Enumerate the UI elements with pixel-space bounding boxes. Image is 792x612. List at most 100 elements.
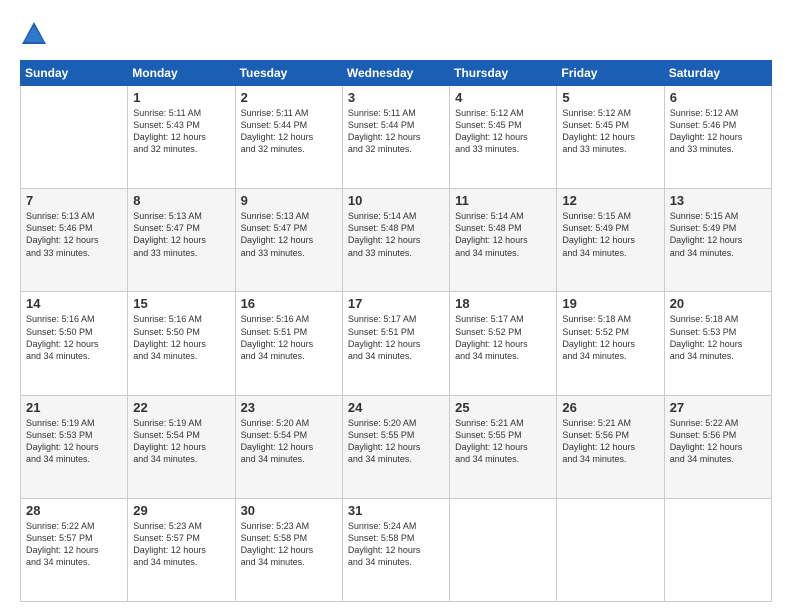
page: SundayMondayTuesdayWednesdayThursdayFrid… bbox=[0, 0, 792, 612]
day-number: 12 bbox=[562, 193, 658, 208]
cell-text: Sunrise: 5:22 AMSunset: 5:56 PMDaylight:… bbox=[670, 417, 766, 466]
cell-text: Sunrise: 5:12 AMSunset: 5:45 PMDaylight:… bbox=[455, 107, 551, 156]
calendar-cell: 10 Sunrise: 5:14 AMSunset: 5:48 PMDayligh… bbox=[342, 189, 449, 292]
day-number: 9 bbox=[241, 193, 337, 208]
calendar-cell: 6Sunrise: 5:12 AMSunset: 5:46 PMDaylight… bbox=[664, 86, 771, 189]
cell-text: Sunrise: 5:20 AMSunset: 5:55 PMDaylight:… bbox=[348, 417, 444, 466]
calendar-cell bbox=[21, 86, 128, 189]
day-number: 4 bbox=[455, 90, 551, 105]
cell-text: Sunrise: 5:14 AMSunset: 5:48 PMDaylight:… bbox=[455, 210, 551, 259]
calendar-cell: 18 Sunrise: 5:17 AMSunset: 5:52 PMDayligh… bbox=[450, 292, 557, 395]
day-number: 10 bbox=[348, 193, 444, 208]
cell-text: Sunrise: 5:15 AMSunset: 5:49 PMDaylight:… bbox=[562, 210, 658, 259]
calendar-cell: 17 Sunrise: 5:17 AMSunset: 5:51 PMDayligh… bbox=[342, 292, 449, 395]
cell-text: Sunrise: 5:21 AMSunset: 5:55 PMDaylight:… bbox=[455, 417, 551, 466]
cell-text: Sunrise: 5:14 AMSunset: 5:48 PMDaylight:… bbox=[348, 210, 444, 259]
calendar-cell: 2Sunrise: 5:11 AMSunset: 5:44 PMDaylight… bbox=[235, 86, 342, 189]
calendar-cell: 25 Sunrise: 5:21 AMSunset: 5:55 PMDayligh… bbox=[450, 395, 557, 498]
day-number: 17 bbox=[348, 296, 444, 311]
calendar-row-0: 1 Sunrise: 5:11 AMSunset: 5:43 PMDaylight… bbox=[21, 86, 772, 189]
calendar-cell: 24 Sunrise: 5:20 AMSunset: 5:55 PMDayligh… bbox=[342, 395, 449, 498]
cell-text: Sunrise: 5:11 AMSunset: 5:44 PMDaylight:… bbox=[241, 107, 337, 156]
calendar-row-3: 21Sunrise: 5:19 AMSunset: 5:53 PMDayligh… bbox=[21, 395, 772, 498]
weekday-header-sunday: Sunday bbox=[21, 61, 128, 86]
day-number: 8 bbox=[133, 193, 229, 208]
cell-text: Sunrise: 5:21 AMSunset: 5:56 PMDaylight:… bbox=[562, 417, 658, 466]
calendar-cell: 3 Sunrise: 5:11 AMSunset: 5:44 PMDaylight… bbox=[342, 86, 449, 189]
day-number: 7 bbox=[26, 193, 122, 208]
cell-text: Sunrise: 5:17 AMSunset: 5:51 PMDaylight:… bbox=[348, 313, 444, 362]
day-number: 18 bbox=[455, 296, 551, 311]
cell-text: Sunrise: 5:11 AMSunset: 5:43 PMDaylight:… bbox=[133, 107, 229, 156]
cell-text: Sunrise: 5:17 AMSunset: 5:52 PMDaylight:… bbox=[455, 313, 551, 362]
cell-text: Sunrise: 5:12 AMSunset: 5:46 PMDaylight:… bbox=[670, 107, 766, 156]
calendar-cell: 19 Sunrise: 5:18 AMSunset: 5:52 PMDayligh… bbox=[557, 292, 664, 395]
cell-text: Sunrise: 5:16 AMSunset: 5:51 PMDaylight:… bbox=[241, 313, 337, 362]
calendar-row-4: 28 Sunrise: 5:22 AMSunset: 5:57 PMDayligh… bbox=[21, 498, 772, 601]
calendar-cell bbox=[664, 498, 771, 601]
day-number: 24 bbox=[348, 400, 444, 415]
cell-text: Sunrise: 5:12 AMSunset: 5:45 PMDaylight:… bbox=[562, 107, 658, 156]
day-number: 3 bbox=[348, 90, 444, 105]
cell-text: Sunrise: 5:18 AMSunset: 5:52 PMDaylight:… bbox=[562, 313, 658, 362]
weekday-header-thursday: Thursday bbox=[450, 61, 557, 86]
day-number: 13 bbox=[670, 193, 766, 208]
calendar-table: SundayMondayTuesdayWednesdayThursdayFrid… bbox=[20, 60, 772, 602]
logo bbox=[20, 20, 52, 48]
calendar-cell: 15 Sunrise: 5:16 AMSunset: 5:50 PMDayligh… bbox=[128, 292, 235, 395]
day-number: 20 bbox=[670, 296, 766, 311]
calendar-cell: 23 Sunrise: 5:20 AMSunset: 5:54 PMDayligh… bbox=[235, 395, 342, 498]
calendar-cell: 27Sunrise: 5:22 AMSunset: 5:56 PMDayligh… bbox=[664, 395, 771, 498]
day-number: 25 bbox=[455, 400, 551, 415]
day-number: 26 bbox=[562, 400, 658, 415]
weekday-header-tuesday: Tuesday bbox=[235, 61, 342, 86]
calendar-cell: 21Sunrise: 5:19 AMSunset: 5:53 PMDayligh… bbox=[21, 395, 128, 498]
cell-text: Sunrise: 5:16 AMSunset: 5:50 PMDaylight:… bbox=[26, 313, 122, 362]
day-number: 21 bbox=[26, 400, 122, 415]
logo-icon bbox=[20, 20, 48, 48]
calendar-cell: 26 Sunrise: 5:21 AMSunset: 5:56 PMDayligh… bbox=[557, 395, 664, 498]
day-number: 15 bbox=[133, 296, 229, 311]
cell-text: Sunrise: 5:13 AMSunset: 5:46 PMDaylight:… bbox=[26, 210, 122, 259]
cell-text: Sunrise: 5:13 AMSunset: 5:47 PMDaylight:… bbox=[241, 210, 337, 259]
cell-text: Sunrise: 5:20 AMSunset: 5:54 PMDaylight:… bbox=[241, 417, 337, 466]
cell-text: Sunrise: 5:19 AMSunset: 5:54 PMDaylight:… bbox=[133, 417, 229, 466]
cell-text: Sunrise: 5:18 AMSunset: 5:53 PMDaylight:… bbox=[670, 313, 766, 362]
day-number: 14 bbox=[26, 296, 122, 311]
cell-text: Sunrise: 5:24 AMSunset: 5:58 PMDaylight:… bbox=[348, 520, 444, 569]
cell-text: Sunrise: 5:23 AMSunset: 5:58 PMDaylight:… bbox=[241, 520, 337, 569]
day-number: 5 bbox=[562, 90, 658, 105]
calendar-cell: 20 Sunrise: 5:18 AMSunset: 5:53 PMDayligh… bbox=[664, 292, 771, 395]
weekday-header-saturday: Saturday bbox=[664, 61, 771, 86]
day-number: 29 bbox=[133, 503, 229, 518]
calendar-cell: 28 Sunrise: 5:22 AMSunset: 5:57 PMDayligh… bbox=[21, 498, 128, 601]
calendar-cell: 16 Sunrise: 5:16 AMSunset: 5:51 PMDayligh… bbox=[235, 292, 342, 395]
calendar-cell: 5 Sunrise: 5:12 AMSunset: 5:45 PMDaylight… bbox=[557, 86, 664, 189]
cell-text: Sunrise: 5:11 AMSunset: 5:44 PMDaylight:… bbox=[348, 107, 444, 156]
cell-text: Sunrise: 5:22 AMSunset: 5:57 PMDaylight:… bbox=[26, 520, 122, 569]
calendar-cell: 9 Sunrise: 5:13 AMSunset: 5:47 PMDaylight… bbox=[235, 189, 342, 292]
calendar-cell: 1 Sunrise: 5:11 AMSunset: 5:43 PMDaylight… bbox=[128, 86, 235, 189]
cell-text: Sunrise: 5:16 AMSunset: 5:50 PMDaylight:… bbox=[133, 313, 229, 362]
calendar-cell: 8 Sunrise: 5:13 AMSunset: 5:47 PMDaylight… bbox=[128, 189, 235, 292]
cell-text: Sunrise: 5:15 AMSunset: 5:49 PMDaylight:… bbox=[670, 210, 766, 259]
day-number: 11 bbox=[455, 193, 551, 208]
calendar-cell: 31Sunrise: 5:24 AMSunset: 5:58 PMDayligh… bbox=[342, 498, 449, 601]
day-number: 28 bbox=[26, 503, 122, 518]
calendar-cell: 22Sunrise: 5:19 AMSunset: 5:54 PMDayligh… bbox=[128, 395, 235, 498]
day-number: 16 bbox=[241, 296, 337, 311]
calendar-cell: 30 Sunrise: 5:23 AMSunset: 5:58 PMDayligh… bbox=[235, 498, 342, 601]
day-number: 19 bbox=[562, 296, 658, 311]
header bbox=[20, 20, 772, 48]
day-number: 30 bbox=[241, 503, 337, 518]
calendar-cell: 11 Sunrise: 5:14 AMSunset: 5:48 PMDayligh… bbox=[450, 189, 557, 292]
calendar-cell: 7 Sunrise: 5:13 AMSunset: 5:46 PMDaylight… bbox=[21, 189, 128, 292]
calendar-cell bbox=[450, 498, 557, 601]
calendar-row-2: 14 Sunrise: 5:16 AMSunset: 5:50 PMDayligh… bbox=[21, 292, 772, 395]
day-number: 23 bbox=[241, 400, 337, 415]
weekday-header-wednesday: Wednesday bbox=[342, 61, 449, 86]
cell-text: Sunrise: 5:13 AMSunset: 5:47 PMDaylight:… bbox=[133, 210, 229, 259]
day-number: 1 bbox=[133, 90, 229, 105]
calendar-cell: 12 Sunrise: 5:15 AMSunset: 5:49 PMDayligh… bbox=[557, 189, 664, 292]
weekday-header-friday: Friday bbox=[557, 61, 664, 86]
